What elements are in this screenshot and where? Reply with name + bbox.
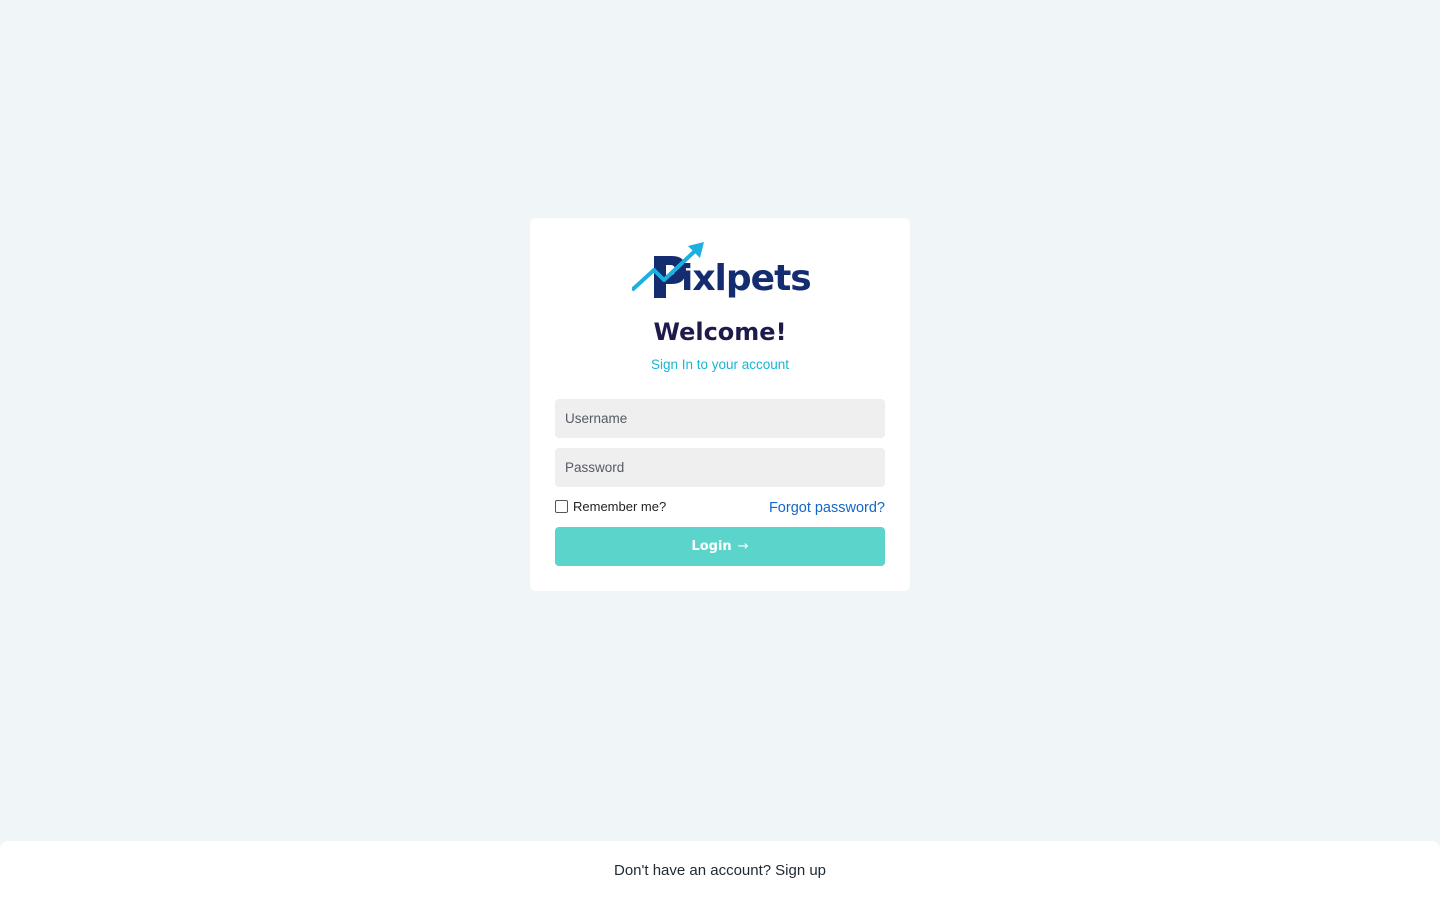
signin-subtitle: Sign In to your account (650, 357, 790, 372)
forgot-password-link[interactable]: Forgot password? (769, 498, 885, 518)
brand-name: ixlpets (681, 258, 812, 299)
remember-label: Remember me? (573, 499, 667, 514)
remember-me[interactable]: Remember me? (555, 498, 666, 515)
login-button[interactable]: Login → (555, 527, 885, 566)
login-page: ixlpets Welcome! Sign In to your account… (0, 0, 1440, 900)
password-input[interactable] (555, 448, 885, 487)
signup-footer: Don't have an account? Sign up (0, 841, 1440, 900)
brand-logo: ixlpets (632, 242, 812, 304)
signup-link[interactable]: Sign up (775, 862, 826, 879)
welcome-title: Welcome! (653, 318, 787, 346)
username-input[interactable] (555, 399, 885, 438)
arrow-right-icon: → (737, 539, 749, 554)
login-card: ixlpets Welcome! Sign In to your account… (530, 218, 910, 591)
login-label: Login (691, 539, 732, 554)
remember-checkbox[interactable] (555, 500, 568, 513)
signup-prompt: Don't have an account? (613, 862, 772, 879)
